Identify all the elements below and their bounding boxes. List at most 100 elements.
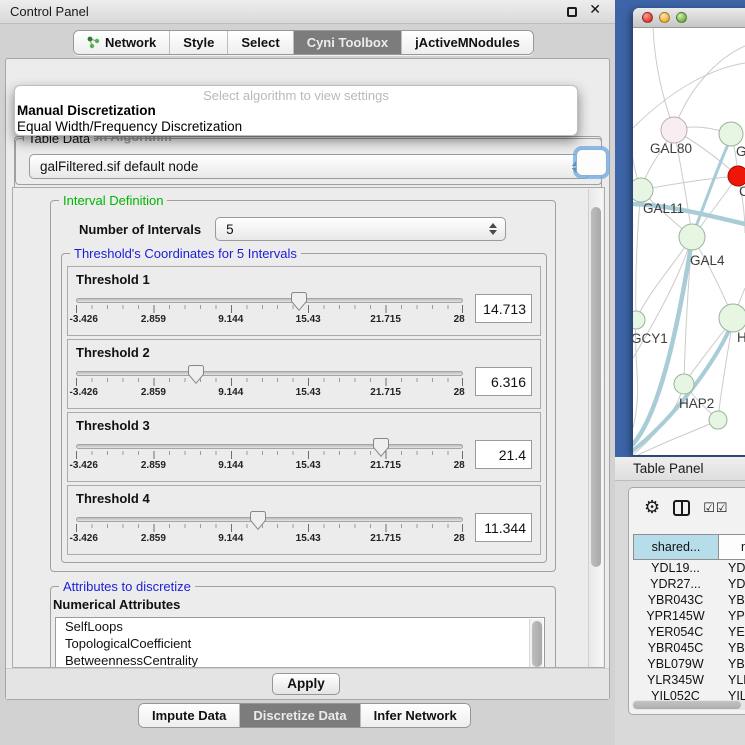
threshold-2-panel: Threshold 2 — [67, 339, 541, 409]
table-row[interactable]: YBR045C YBR0 — [633, 640, 745, 656]
slider-track[interactable] — [76, 371, 463, 376]
tab-select[interactable]: Select — [227, 31, 292, 54]
interval-definition-label: Interval Definition — [59, 193, 167, 208]
node-gal11[interactable] — [633, 178, 653, 202]
threshold-3-value[interactable]: 21.4 — [475, 440, 532, 469]
node-label-gcy1: GCY1 — [633, 331, 668, 346]
node-g[interactable] — [719, 122, 743, 146]
node-label-c: C — [739, 184, 745, 199]
algorithm-option-manual[interactable]: Manual Discretization — [15, 103, 577, 119]
list-item[interactable]: SelfLoops — [56, 618, 544, 635]
select-checkboxes-icon[interactable]: ☑☑ — [703, 501, 728, 516]
list-item[interactable]: BetweennessCentrality — [56, 652, 544, 668]
control-panel-tabbar: Network Style Select Cyni Toolbox jActiv… — [73, 30, 534, 55]
table-row[interactable]: YBL079W YBL0 — [633, 656, 745, 672]
threshold-2-slider[interactable]: -3.426 2.859 9.144 15.43 21.715 28 — [76, 364, 463, 399]
node-bottom[interactable] — [709, 411, 727, 429]
threshold-4-label: Threshold 4 — [76, 491, 532, 506]
node-gcy1[interactable] — [633, 311, 645, 329]
threshold-1-label: Threshold 1 — [76, 272, 532, 287]
algorithm-dropdown-popup: Select algorithm to view settings Manual… — [14, 85, 578, 136]
minimize-traffic-light-icon[interactable] — [659, 12, 670, 23]
slider-track[interactable] — [76, 517, 463, 522]
algorithm-combobox-focused-end[interactable] — [576, 149, 607, 176]
gear-icon[interactable]: ⚙ — [644, 499, 660, 517]
table-panel-titlebar: Table Panel — [615, 457, 745, 481]
node-h[interactable] — [719, 304, 745, 332]
threshold-3-label: Threshold 3 — [76, 418, 532, 433]
tab-cyni-toolbox[interactable]: Cyni Toolbox — [293, 31, 401, 54]
table-header-row: shared... n — [633, 534, 745, 560]
interval-definition-groupbox: Interval Definition Number of Intervals … — [50, 200, 556, 572]
list-item[interactable]: TopologicalCoefficient — [56, 635, 544, 652]
slider-track[interactable] — [76, 298, 463, 303]
node-hap2[interactable] — [674, 374, 694, 394]
attributes-group-label: Attributes to discretize — [59, 579, 195, 594]
settings-vertical-scrollbar[interactable] — [588, 189, 603, 668]
apply-button[interactable]: Apply — [272, 673, 340, 695]
node-gal4[interactable] — [679, 224, 705, 250]
table-data-combobox[interactable]: galFiltered.sif default node — [29, 154, 589, 179]
slider-tick-labels: -3.426 2.859 9.144 15.43 21.715 28 — [76, 460, 463, 472]
column-header-name[interactable]: n — [719, 535, 745, 559]
close-traffic-light-icon[interactable] — [642, 12, 653, 23]
algorithm-option-equal-width[interactable]: Equal Width/Frequency Discretization — [15, 119, 577, 135]
zoom-traffic-light-icon[interactable] — [676, 12, 687, 23]
threshold-2-value[interactable]: 6.316 — [475, 367, 532, 396]
tab-discretize-data[interactable]: Discretize Data — [239, 704, 359, 727]
table-row[interactable]: YLR345W YLR3 — [633, 672, 745, 688]
table-panel-title: Table Panel — [633, 461, 704, 476]
tab-style[interactable]: Style — [169, 31, 227, 54]
network-window-titlebar[interactable] — [633, 8, 745, 28]
table-panel-body: ⚙ ☑☑ shared... n YDL19... YDL1 YDR27... … — [628, 487, 745, 715]
node-label-gal80: GAL80 — [650, 141, 692, 156]
threshold-4-panel: Threshold 4 — [67, 485, 541, 555]
network-desktop-area: GAL80 G C GAL11 GAL4 GCY1 H HAP2 — [615, 0, 745, 457]
number-of-intervals-value: 5 — [226, 222, 234, 237]
close-icon[interactable]: ✕ — [589, 2, 601, 18]
tab-jactivemnodules[interactable]: jActiveMNodules — [401, 31, 533, 54]
network-icon — [87, 36, 100, 49]
column-header-shared[interactable]: shared... — [634, 535, 719, 559]
split-columns-icon[interactable] — [673, 500, 690, 516]
threshold-3-panel: Threshold 3 — [67, 412, 541, 482]
network-canvas[interactable]: GAL80 G C GAL11 GAL4 GCY1 H HAP2 — [633, 28, 745, 455]
threshold-3-slider[interactable]: -3.426 2.859 9.144 15.43 21.715 28 — [76, 437, 463, 472]
settings-scroll-panel: Interval Definition Number of Intervals … — [12, 187, 605, 668]
slider-tick-labels: -3.426 2.859 9.144 15.43 21.715 28 — [76, 314, 463, 326]
node-gal80[interactable] — [661, 117, 687, 143]
tab-impute-data[interactable]: Impute Data — [139, 704, 239, 727]
tab-network[interactable]: Network — [74, 31, 169, 54]
table-row[interactable]: YER054C YER0 — [633, 624, 745, 640]
slider-ticks — [76, 378, 463, 386]
numerical-attributes-list[interactable]: SelfLoops TopologicalCoefficient Between… — [55, 617, 545, 668]
threshold-1-slider[interactable]: -3.426 2.859 9.144 15.43 21.715 28 — [76, 291, 463, 326]
threshold-4-value[interactable]: 11.344 — [475, 513, 532, 542]
attributes-list-scrollbar[interactable] — [529, 619, 543, 668]
table-row[interactable]: YDL19... YDL1 — [633, 560, 745, 576]
number-of-intervals-label: Number of Intervals — [79, 222, 201, 237]
network-view-window[interactable]: GAL80 G C GAL11 GAL4 GCY1 H HAP2 — [633, 8, 745, 455]
threshold-1-value[interactable]: 14.713 — [475, 294, 532, 323]
node-label-gal11: GAL11 — [643, 201, 684, 216]
node-selected-red[interactable] — [728, 166, 745, 186]
tab-infer-network[interactable]: Infer Network — [360, 704, 470, 727]
number-of-intervals-combobox[interactable]: 5 — [215, 217, 506, 241]
table-row[interactable]: YDR27... YDR2 — [633, 576, 745, 592]
numerical-attributes-label: Numerical Attributes — [53, 597, 180, 612]
table-row[interactable]: YBR043C YBR0 — [633, 592, 745, 608]
slider-tick-labels: -3.426 2.859 9.144 15.43 21.715 28 — [76, 387, 463, 399]
threshold-4-slider[interactable]: -3.426 2.859 9.144 15.43 21.715 28 — [76, 510, 463, 545]
table-data-groupbox: Table Data galFiltered.sif default node — [15, 138, 602, 185]
table-panel: Table Panel ⚙ ☑☑ shared... n YDL19... YD… — [615, 457, 745, 745]
threshold-1-panel: Threshold 1 — [67, 266, 541, 336]
float-window-icon[interactable] — [567, 7, 577, 17]
node-label-gal4: GAL4 — [690, 253, 725, 268]
control-panel: Control Panel ✕ Network Style — [0, 0, 615, 745]
slider-track[interactable] — [76, 444, 463, 449]
slider-ticks — [76, 305, 463, 313]
table-horizontal-scrollbar[interactable] — [632, 700, 745, 710]
table-row[interactable]: YPR145W YPR1 — [633, 608, 745, 624]
apply-row: Apply — [6, 668, 609, 699]
algorithm-dropdown-prompt: Select algorithm to view settings — [15, 88, 577, 103]
